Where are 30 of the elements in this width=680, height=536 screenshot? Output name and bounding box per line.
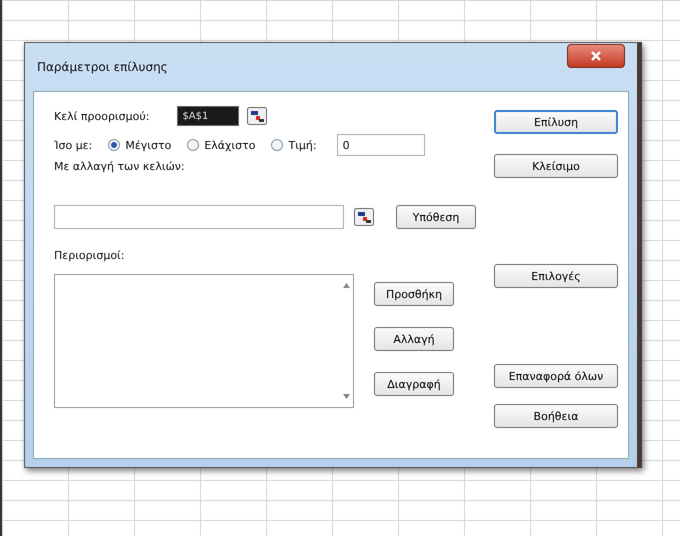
range-select-icon[interactable]: [247, 107, 268, 125]
constraint-button[interactable]: Προσθήκη: [374, 282, 454, 306]
scroll-up-icon[interactable]: [342, 283, 350, 288]
changing-cells-field[interactable]: [54, 205, 344, 229]
scroll-down-icon[interactable]: [342, 394, 350, 399]
constraints-list[interactable]: [54, 274, 354, 408]
field-label: Ίσο με:: [54, 138, 92, 152]
dialog-button[interactable]: Επιλογές: [494, 264, 618, 288]
range-select-icon[interactable]: [354, 208, 374, 226]
constraint-button[interactable]: Αλλαγή: [374, 327, 454, 351]
field-label: Κελί προορισμού:: [54, 110, 150, 122]
field-label: Με αλλαγή των κελιών:: [54, 160, 186, 173]
radio-label: Ελάχιστο: [204, 138, 256, 152]
dialog-button[interactable]: Επαναφορά όλων: [494, 364, 618, 388]
radio-button[interactable]: [108, 139, 120, 151]
guess-button[interactable]: Υπόθεση: [396, 205, 476, 229]
radio-button[interactable]: [187, 139, 200, 151]
dialog-button[interactable]: Βοήθεια: [494, 404, 618, 428]
radio-label: Τιμή:: [288, 138, 317, 152]
radio-button[interactable]: [271, 139, 284, 151]
close-button[interactable]: [567, 44, 625, 68]
constraint-button[interactable]: Διαγραφή: [374, 372, 454, 396]
radio-label: Μέγιστο: [125, 138, 172, 152]
target-cell-field[interactable]: $A$1: [177, 106, 240, 126]
close-icon: [591, 51, 601, 61]
value-field[interactable]: 0: [336, 134, 425, 156]
dialog-button[interactable]: Επίλυση: [494, 110, 618, 134]
dialog-button[interactable]: Κλείσιμο: [494, 154, 618, 178]
window-title: Παράμετροι επίλυσης: [37, 60, 168, 74]
field-label: Περιορισμοί:: [54, 249, 126, 262]
